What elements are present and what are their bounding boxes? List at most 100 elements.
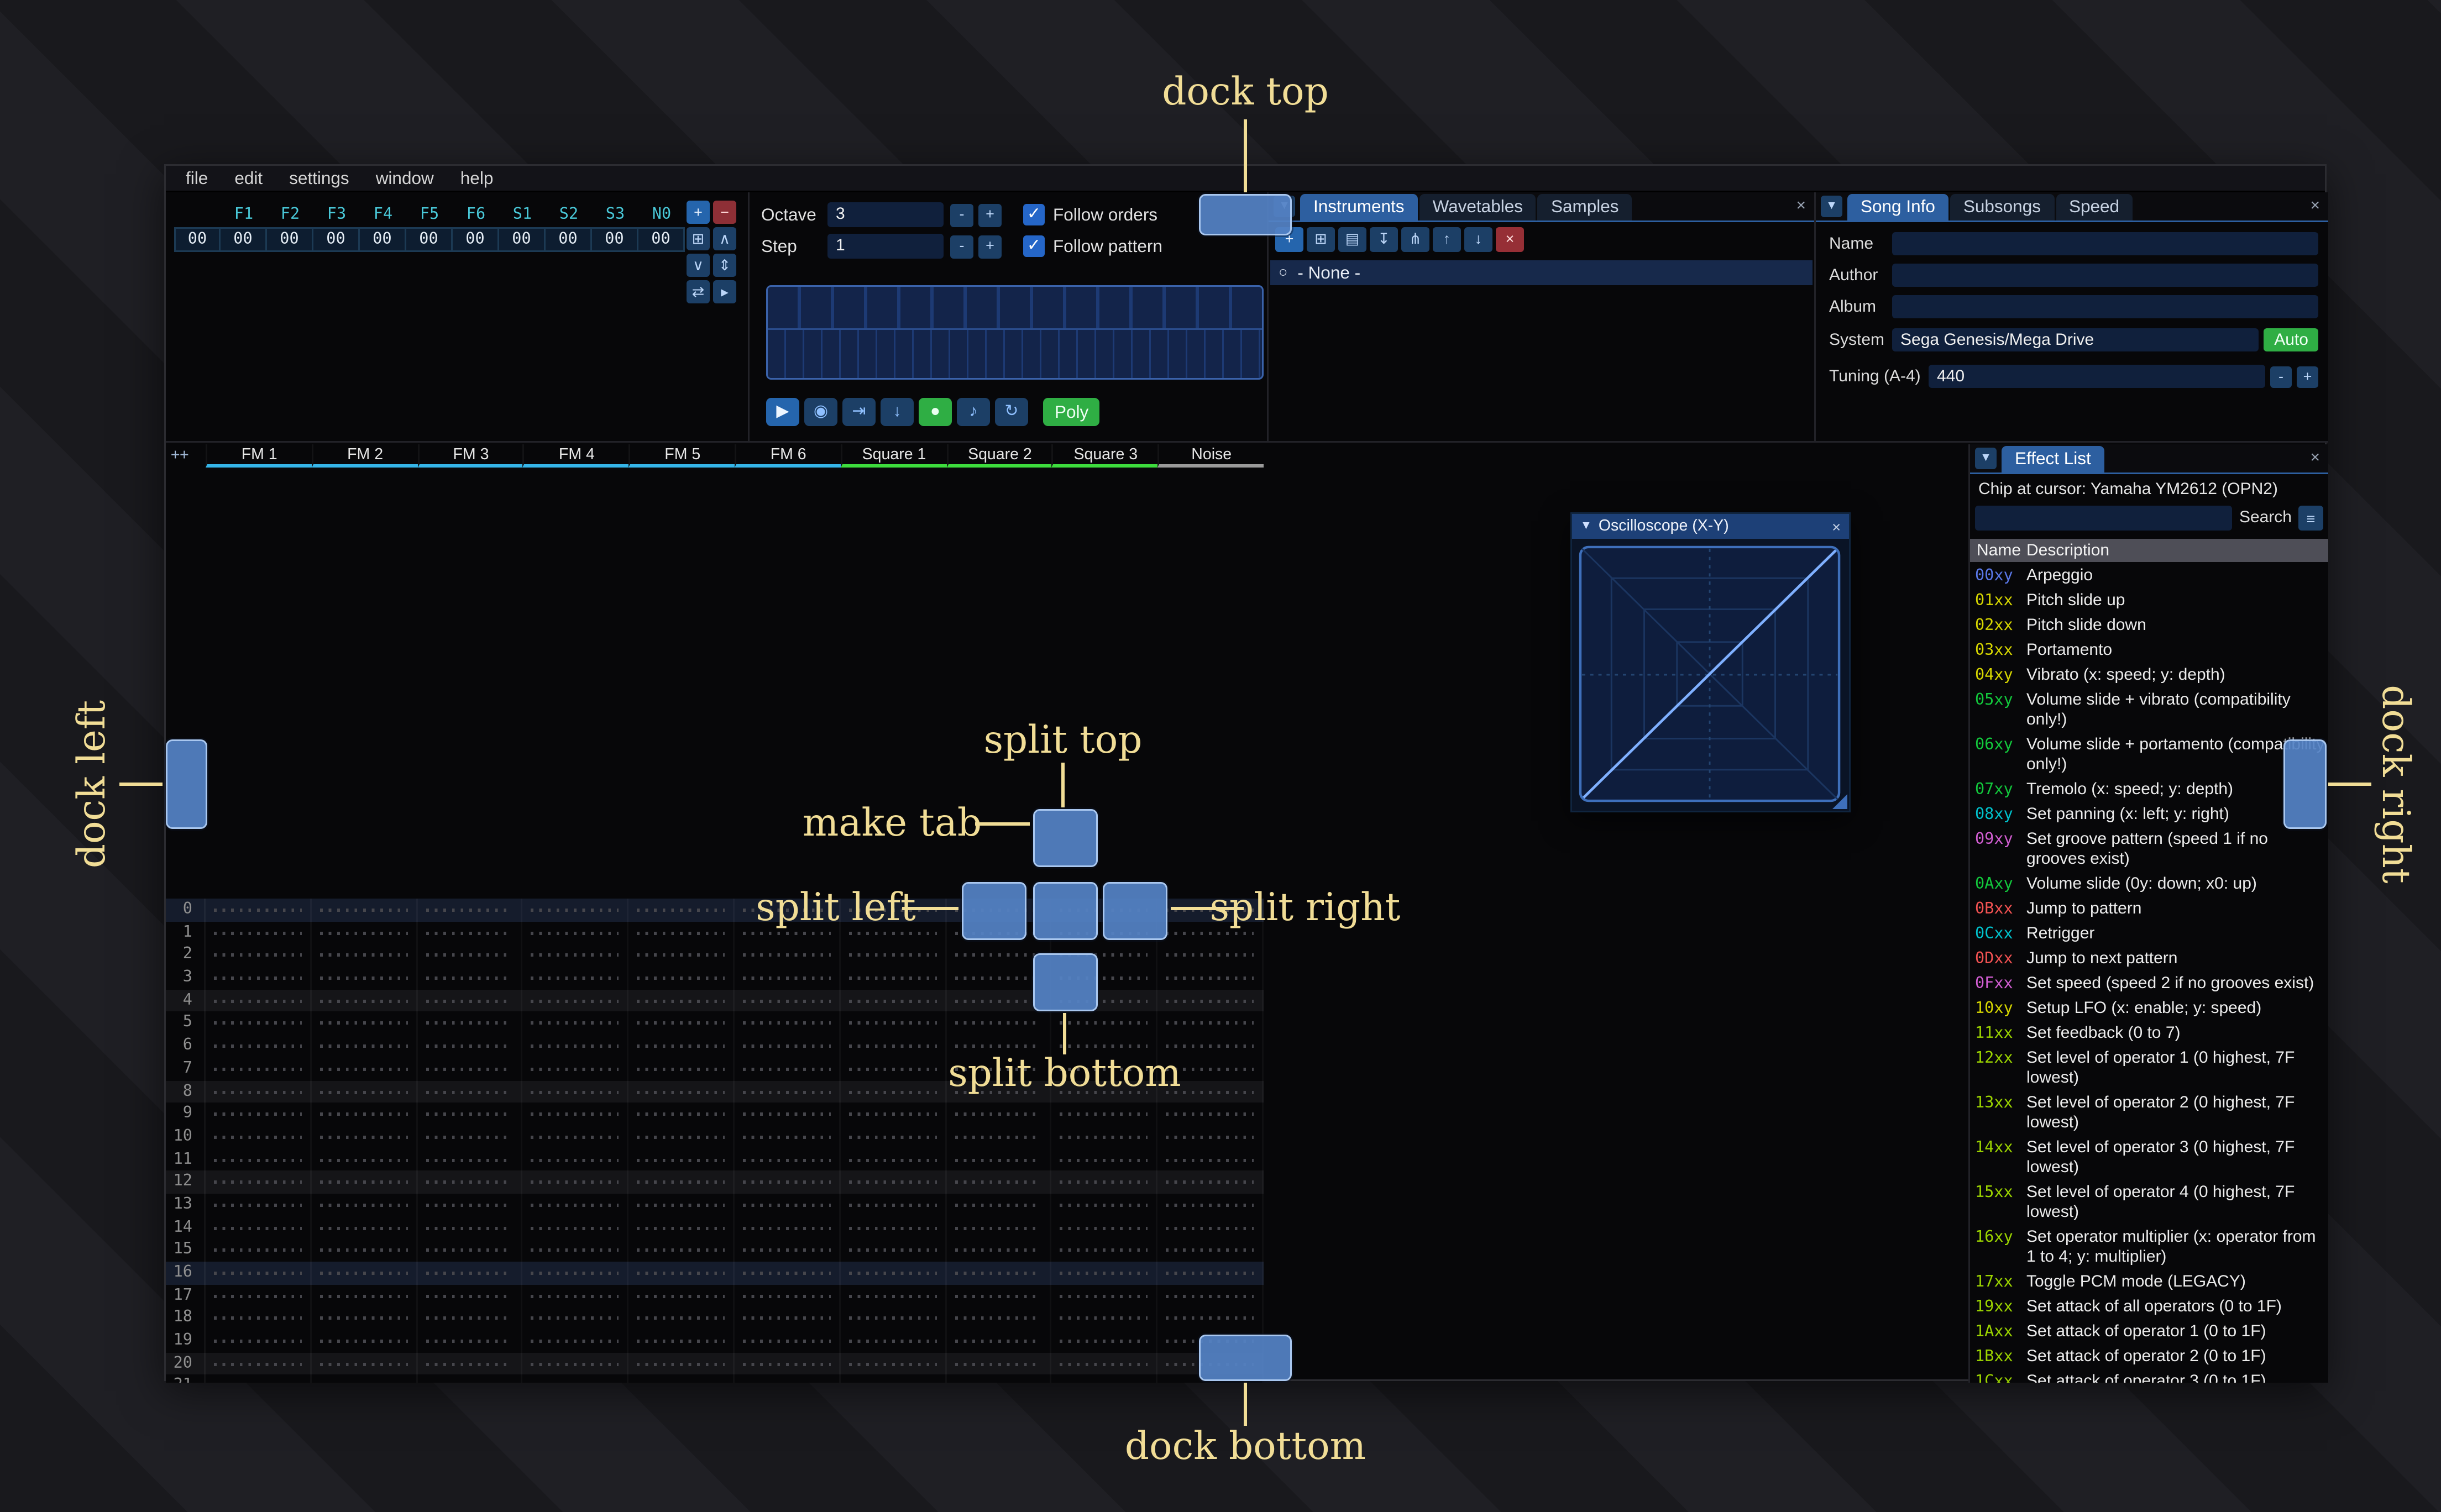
pattern-cell[interactable]	[629, 1102, 735, 1126]
orders-cell[interactable]: 00	[267, 227, 313, 252]
menu-item-edit[interactable]: edit	[234, 169, 263, 188]
pattern-cell[interactable]	[206, 1238, 312, 1262]
effect-row-00xy[interactable]: 00xy Arpeggio	[1975, 564, 2327, 589]
pattern-cell[interactable]	[840, 1216, 946, 1239]
effect-pane-menu-button[interactable]: ▼	[1975, 448, 1997, 469]
effect-row-04xy[interactable]: 04xy Vibrato (x: speed; y: depth)	[1975, 663, 2327, 688]
play-pattern-button[interactable]: ◉	[804, 398, 837, 426]
pattern-cell[interactable]	[840, 1262, 946, 1285]
pattern-cell[interactable]	[417, 1012, 523, 1035]
system-input[interactable]: Sega Genesis/Mega Drive	[1892, 328, 2260, 351]
piano-keyboard[interactable]	[766, 285, 1264, 380]
pattern-cell[interactable]	[840, 1057, 946, 1080]
pattern-cell[interactable]	[417, 1080, 523, 1103]
effect-row-0Fxx[interactable]: 0Fxx Set speed (speed 2 if no grooves exi…	[1975, 972, 2327, 996]
pattern-cell[interactable]	[206, 967, 312, 990]
pattern-cell[interactable]	[1052, 1193, 1158, 1216]
pattern-cell[interactable]	[629, 1057, 735, 1080]
effect-row-13xx[interactable]: 13xx Set level of operator 2 (0 highest, …	[1975, 1091, 2327, 1136]
pattern-cell[interactable]	[1158, 989, 1264, 1012]
pattern-cell[interactable]	[946, 1284, 1052, 1308]
pattern-cell[interactable]	[946, 1307, 1052, 1330]
tab-wavetables[interactable]: Wavetables	[1419, 194, 1536, 221]
pattern-cell[interactable]	[417, 1193, 523, 1216]
effect-row-12xx[interactable]: 12xx Set level of operator 1 (0 highest, …	[1975, 1046, 2327, 1091]
pattern-cell[interactable]	[1052, 1148, 1158, 1171]
pattern-cell[interactable]	[629, 1170, 735, 1194]
pattern-cell[interactable]	[946, 1238, 1052, 1262]
pattern-cell[interactable]	[735, 1080, 841, 1103]
pattern-cell[interactable]	[1052, 1375, 1158, 1383]
pattern-cell[interactable]	[629, 1262, 735, 1285]
pattern-cell[interactable]	[1158, 1102, 1264, 1126]
pattern-cell[interactable]	[1052, 1216, 1158, 1239]
effect-row-01xx[interactable]: 01xx Pitch slide up	[1975, 589, 2327, 613]
tab-song-info[interactable]: Song Info	[1847, 194, 1948, 221]
dock-right-target[interactable]	[2283, 739, 2327, 829]
pattern-cell[interactable]	[946, 1193, 1052, 1216]
orders-cell[interactable]: 00	[221, 227, 267, 252]
pattern-cell[interactable]	[840, 1080, 946, 1103]
menu-item-window[interactable]: window	[376, 169, 434, 188]
pattern-cell[interactable]	[523, 1057, 629, 1080]
pattern-cell[interactable]	[206, 1375, 312, 1383]
effect-row-0Bxx[interactable]: 0Bxx Jump to pattern	[1975, 897, 2327, 922]
pattern-cell[interactable]	[206, 1080, 312, 1103]
pattern-cell[interactable]	[206, 1307, 312, 1330]
pattern-cell[interactable]	[840, 1125, 946, 1148]
duplicate-order-button[interactable]: ⊞	[687, 227, 710, 250]
save-instrument-button[interactable]: ↧	[1370, 227, 1398, 252]
open-instrument-button[interactable]: ▤	[1338, 227, 1366, 252]
pattern-cell[interactable]	[840, 1352, 946, 1376]
pattern-cell[interactable]	[735, 967, 841, 990]
pattern-cell[interactable]	[840, 1148, 946, 1171]
tab-subsongs[interactable]: Subsongs	[1950, 194, 2054, 221]
pattern-cell[interactable]	[206, 1125, 312, 1148]
effect-row-15xx[interactable]: 15xx Set level of operator 4 (0 highest, …	[1975, 1180, 2327, 1225]
effect-search-menu-button[interactable]: ≡	[2298, 506, 2323, 531]
split-bottom-target[interactable]	[1033, 953, 1098, 1011]
pattern-cell[interactable]	[1158, 1125, 1264, 1148]
pattern-cell[interactable]	[840, 1238, 946, 1262]
effect-row-1Bxx[interactable]: 1Bxx Set attack of operator 2 (0 to 1F)	[1975, 1345, 2327, 1369]
pattern-cell[interactable]	[417, 1216, 523, 1239]
pattern-cell[interactable]	[417, 1375, 523, 1383]
pattern-cell[interactable]	[1052, 1238, 1158, 1262]
pattern-cell[interactable]	[1158, 1238, 1264, 1262]
play-button[interactable]: ▶	[766, 398, 799, 426]
effect-row-08xy[interactable]: 08xy Set panning (x: left; y: right)	[1975, 802, 2327, 827]
pattern-cell[interactable]	[840, 1330, 946, 1353]
pattern-cell[interactable]	[629, 1012, 735, 1035]
pattern-cell[interactable]	[311, 899, 417, 922]
pattern-cell[interactable]	[946, 1148, 1052, 1171]
split-top-target[interactable]	[1033, 809, 1098, 867]
octave-increase-button[interactable]: +	[978, 203, 1002, 227]
pattern-cell[interactable]	[206, 1330, 312, 1353]
orders-cell[interactable]: 00	[638, 227, 685, 252]
remove-order-button[interactable]: −	[713, 201, 736, 224]
effect-row-07xy[interactable]: 07xy Tremolo (x: speed; y: depth)	[1975, 778, 2327, 802]
effect-row-10xy[interactable]: 10xy Setup LFO (x: enable; y: speed)	[1975, 996, 2327, 1021]
pattern-cell[interactable]	[946, 1262, 1052, 1285]
orders-cell[interactable]: 00	[592, 227, 638, 252]
effect-row-06xy[interactable]: 06xy Volume slide + portamento (compatibi…	[1975, 733, 2327, 778]
pattern-cell[interactable]	[417, 1170, 523, 1194]
pattern-cell[interactable]	[523, 1238, 629, 1262]
pattern-cell[interactable]	[946, 1375, 1052, 1383]
effect-row-19xx[interactable]: 19xx Set attack of all operators (0 to 1F…	[1975, 1295, 2327, 1320]
pattern-cell[interactable]	[417, 921, 523, 944]
pattern-cell[interactable]	[1158, 1193, 1264, 1216]
tab-instruments[interactable]: Instruments	[1300, 194, 1418, 221]
pattern-cell[interactable]	[206, 989, 312, 1012]
song-pane-menu-button[interactable]: ▼	[1821, 196, 1842, 217]
pattern-cell[interactable]	[311, 1216, 417, 1239]
tuning-increase-button[interactable]: +	[2297, 365, 2318, 387]
pattern-cell[interactable]	[417, 1057, 523, 1080]
channel-header-noise[interactable]: Noise	[1157, 444, 1264, 468]
pattern-cell[interactable]	[629, 1125, 735, 1148]
pattern-cell[interactable]	[629, 1148, 735, 1171]
duplicate-order-end-button[interactable]: ⇕	[713, 254, 736, 277]
pattern-cell[interactable]	[311, 1238, 417, 1262]
effect-row-03xx[interactable]: 03xx Portamento	[1975, 638, 2327, 663]
channel-header-fm-6[interactable]: FM 6	[734, 444, 841, 468]
